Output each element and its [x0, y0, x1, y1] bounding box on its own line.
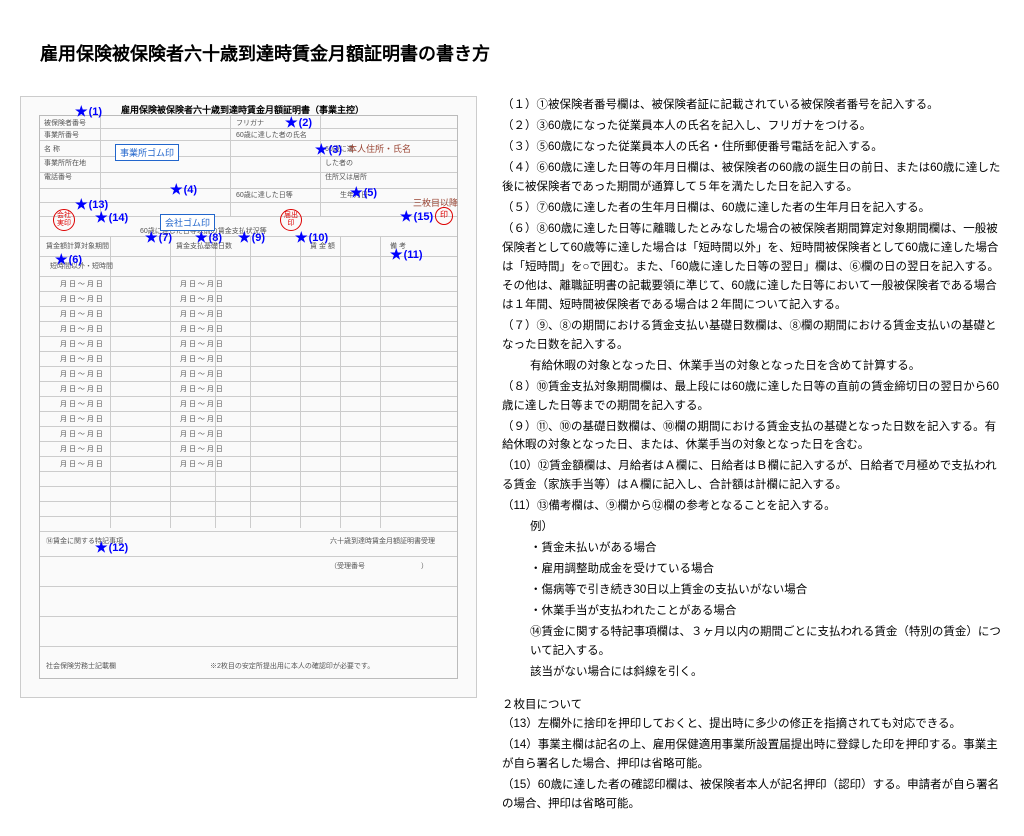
marker-15: ★(15)	[400, 208, 433, 225]
inst-5: （５）⑦60歳に達した者の生年月日欄は、60歳に達した者の生年月日を記入する。	[502, 199, 1004, 218]
inst-3: （３）⑤60歳になった従業員本人の氏名・住所郵便番号電話を記入する。	[502, 138, 1004, 157]
inst-14: （14）事業主欄は記名の上、雇用保健適用事業所設置届提出時に登録した印を押印する…	[502, 736, 1004, 774]
marker-8: ★(8)	[195, 229, 222, 246]
annot-address: 本人住所・氏名	[348, 142, 411, 155]
form-mock: 雇用保険被保険者六十歳到達時賃金月額証明書（事業主控）	[20, 96, 477, 698]
inst-11d: ・休業手当が支払われたことがある場合	[502, 602, 1004, 621]
stamp-notify: 届出印	[280, 209, 302, 231]
marker-3: ★(3)	[315, 141, 342, 158]
lbl-name: 60歳に達した者の氏名	[236, 130, 307, 140]
row-6: 月 日 ～ 月 日	[60, 354, 103, 364]
lbl-office-head: 社会保険労務士記載欄	[46, 661, 116, 671]
marker-12: ★(12)	[95, 539, 128, 556]
rowb-1: 月 日 ～ 月 日	[180, 279, 223, 289]
inst-8: （８）⑩賃金支払対象期間欄は、最上段には60歳に達した日等の直前の賃金締切日の翌…	[502, 378, 1004, 416]
row-7: 月 日 ～ 月 日	[60, 369, 103, 379]
row-12: 月 日 ～ 月 日	[60, 444, 103, 454]
rowb-13: 月 日 ～ 月 日	[180, 459, 223, 469]
lbl-tel: 電話番号	[44, 172, 72, 182]
inst-15: （15）60歳に達した者の確認印欄は、被保険者本人が記名押印（認印）する。申請者…	[502, 776, 1004, 814]
marker-14: ★(14)	[95, 209, 128, 226]
inst-7: （７）⑨、⑧の期間における賃金支払い基礎日数欄は、⑧欄の期間における賃金支払いの…	[502, 317, 1004, 355]
row-11: 月 日 ～ 月 日	[60, 429, 103, 439]
rowb-6: 月 日 ～ 月 日	[180, 354, 223, 364]
inst-11: （11）⑬備考欄は、⑨欄から⑫欄の参考となることを記入する。	[502, 497, 1004, 516]
marker-10: ★(10)	[295, 229, 328, 246]
marker-11: ★(11)	[390, 246, 423, 263]
rowb-7: 月 日 ～ 月 日	[180, 369, 223, 379]
inst-11e: ⑭賃金に関する特記事項欄は、３ヶ月以内の期間ごとに支払われる賃金（特別の賃金）に…	[502, 623, 1004, 661]
row-3: 月 日 ～ 月 日	[60, 309, 103, 319]
inst-11-ex: 例）	[502, 518, 1004, 537]
marker-6: ★(6)	[55, 251, 82, 268]
lbl-furigana: フリガナ	[236, 118, 264, 128]
rowb-10: 月 日 ～ 月 日	[180, 414, 223, 424]
inst-1: （１）①被保険者番号欄は、被保険者証に記載されている被保険者番号を記入する。	[502, 96, 1004, 115]
lbl-receipt: 六十歳到達時賃金月額証明書受理	[330, 536, 435, 546]
lbl-office-no: 事業所番号	[44, 130, 79, 140]
rowb-2: 月 日 ～ 月 日	[180, 294, 223, 304]
rowb-12: 月 日 ～ 月 日	[180, 444, 223, 454]
row-13: 月 日 ～ 月 日	[60, 459, 103, 469]
lbl-col-period: 賃金額計算対象期間	[46, 241, 109, 251]
rowb-5: 月 日 ～ 月 日	[180, 339, 223, 349]
inst-11f: 該当がない場合には斜線を引く。	[502, 663, 1004, 682]
stamp-confirm: 印	[435, 207, 453, 225]
rowb-11: 月 日 ～ 月 日	[180, 429, 223, 439]
inst-9: （９）⑪、⑩の基礎日数欄は、⑩欄の期間における賃金支払の基礎となった日数を記入す…	[502, 418, 1004, 456]
inst-2: （２）③60歳になった従業員本人の氏名を記入し、フリガナをつける。	[502, 117, 1004, 136]
lbl-60addr: した者の	[325, 158, 353, 168]
form-panel: 雇用保険被保険者六十歳到達時賃金月額証明書（事業主控）	[20, 96, 477, 816]
row-1: 月 日 ～ 月 日	[60, 279, 103, 289]
page-title: 雇用保険被保険者六十歳到達時賃金月額証明書の書き方	[40, 40, 984, 66]
stamp-company-seal: 会社実印	[53, 209, 75, 231]
row-4: 月 日 ～ 月 日	[60, 324, 103, 334]
box-office-stamp: 事業所ゴム印	[115, 144, 179, 161]
row-8: 月 日 ～ 月 日	[60, 384, 103, 394]
row-5: 月 日 ～ 月 日	[60, 339, 103, 349]
inst-11c: ・傷病等で引き続き30日以上賃金の支払いがない場合	[502, 581, 1004, 600]
main-layout: 雇用保険被保険者六十歳到達時賃金月額証明書（事業主控）	[20, 96, 1004, 816]
marker-9: ★(9)	[238, 229, 265, 246]
marker-4: ★(4)	[170, 181, 197, 198]
rowb-3: 月 日 ～ 月 日	[180, 309, 223, 319]
rowb-8: 月 日 ～ 月 日	[180, 384, 223, 394]
row-10: 月 日 ～ 月 日	[60, 414, 103, 424]
lbl-handler: （受理番号 ）	[330, 561, 428, 571]
rowb-4: 月 日 ～ 月 日	[180, 324, 223, 334]
inst-10: （10）⑫賃金額欄は、月給者はＡ欄に、日給者はＢ欄に記入するが、日給者で月極めで…	[502, 457, 1004, 495]
instructions-panel: （１）①被保険者番号欄は、被保険者証に記載されている被保険者番号を記入する。 （…	[502, 96, 1004, 816]
annot-3sheets: 三枚目以降	[413, 196, 458, 209]
lbl-60tel: 住所又は居所	[325, 172, 367, 182]
rowb-9: 月 日 ～ 月 日	[180, 399, 223, 409]
lbl-60date: 60歳に達した日等	[236, 190, 293, 200]
inst-6: （６）⑧60歳に達した日等に離職したとみなした場合の被保険者期間算定対象期間欄は…	[502, 220, 1004, 315]
inst-4: （４）⑥60歳に達した日等の年月日欄は、被保険者の60歳の誕生日の前日、または6…	[502, 159, 1004, 197]
marker-1: ★(1)	[75, 103, 102, 120]
inst-7-sub: 有給休暇の対象となった日、休業手当の対象となった日を含めて計算する。	[502, 357, 1004, 376]
row-2: 月 日 ～ 月 日	[60, 294, 103, 304]
marker-5: ★(5)	[350, 184, 377, 201]
inst-11b: ・雇用調整助成金を受けている場合	[502, 560, 1004, 579]
page2-title: ２枚目について	[502, 696, 1004, 715]
row-9: 月 日 ～ 月 日	[60, 399, 103, 409]
lbl-bottom-note: ※2枚目の安定所提出用に本人の確認印が必要です。	[210, 661, 374, 671]
inst-11a: ・賃金未払いがある場合	[502, 539, 1004, 558]
lbl-name2: 名 称	[44, 144, 60, 154]
lbl-addr: 事業所所在地	[44, 158, 86, 168]
marker-7: ★(7)	[145, 229, 172, 246]
marker-2: ★(2)	[285, 114, 312, 131]
